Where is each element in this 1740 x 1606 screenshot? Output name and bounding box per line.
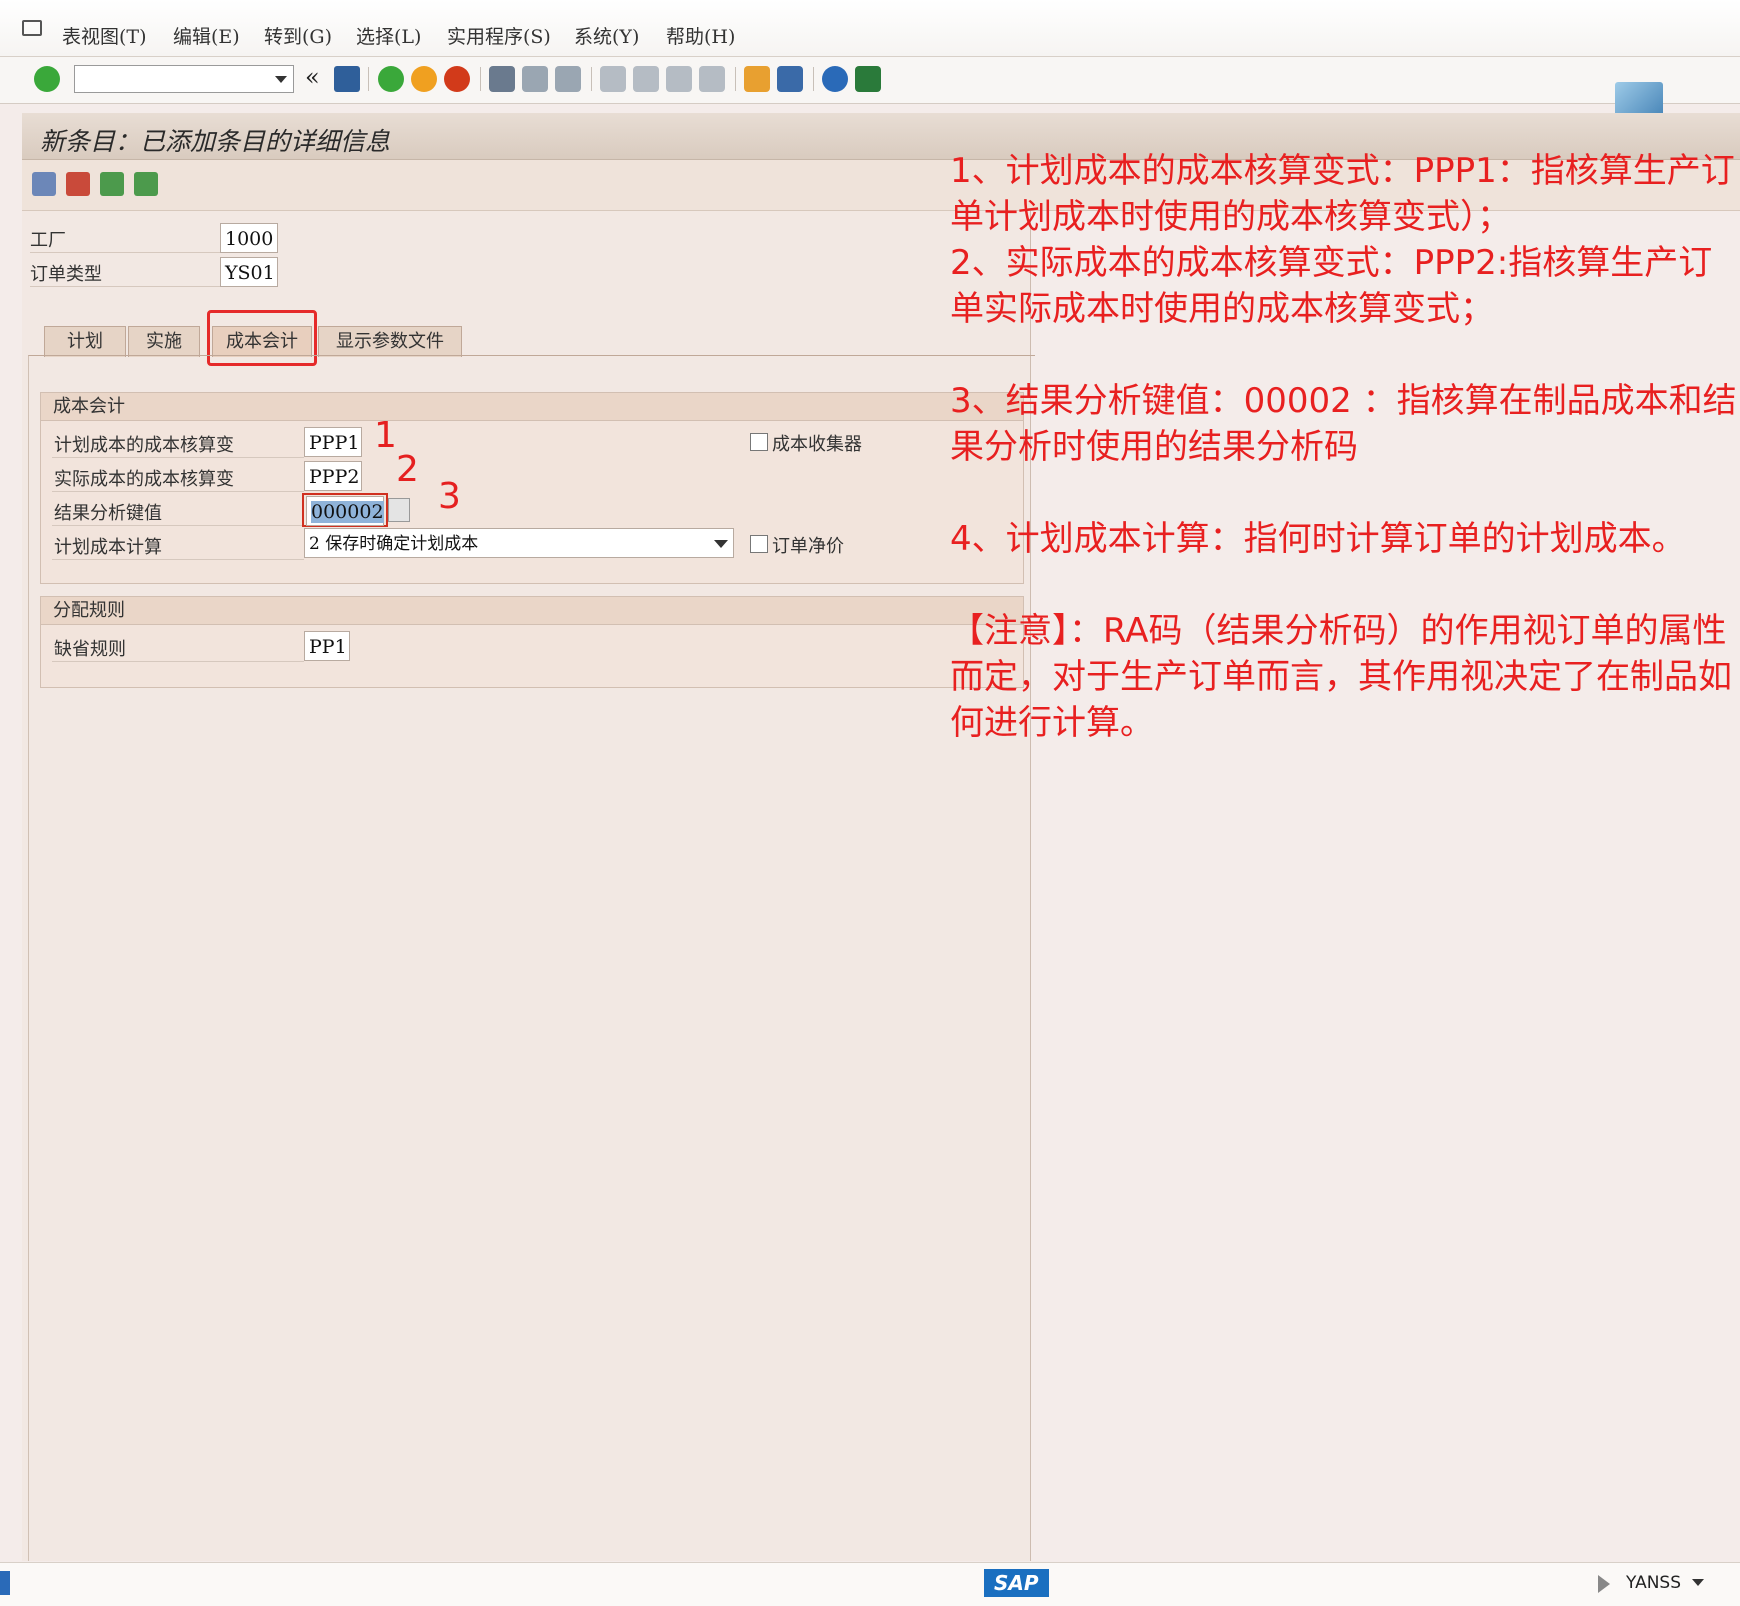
search-help-icon[interactable]: [388, 498, 410, 522]
group-title: 成本会计: [41, 393, 1023, 421]
page-title: 新条目：已添加条目的详细信息: [40, 127, 391, 156]
previous-entry-icon[interactable]: [100, 172, 124, 196]
ra-key-value: 000002: [311, 501, 384, 523]
cost-collector-checkbox[interactable]: [750, 433, 768, 451]
planned-costing-variant-label: 计划成本的成本核算变: [54, 435, 234, 456]
status-left-icon[interactable]: [0, 1571, 10, 1595]
annotation-4: 4、计划成本计算：指何时计算订单的计划成本。: [950, 519, 1686, 559]
shortcut-icon[interactable]: [777, 66, 803, 92]
annotation-1: 1、计划成本的成本核算变式：PPP1：指核算生产订单计划成本时使用的成本核算变式…: [950, 151, 1735, 237]
default-rule-field[interactable]: PP1: [304, 631, 350, 661]
command-field[interactable]: [74, 65, 294, 93]
toolbar-separator: [480, 67, 481, 91]
ra-key-label: 结果分析键值: [54, 503, 162, 524]
menu-item-help[interactable]: 帮助(H): [666, 22, 735, 49]
back-double-arrow-icon[interactable]: «: [305, 63, 320, 91]
cancel-icon[interactable]: [444, 66, 470, 92]
next-page-icon[interactable]: [666, 66, 692, 92]
system-toolbar: «: [0, 57, 1740, 104]
tab-display-profile[interactable]: 显示参数文件: [318, 326, 462, 357]
sap-logo: SAP: [984, 1569, 1049, 1597]
settlement-rule-group: 分配规则: [40, 596, 1024, 688]
last-page-icon[interactable]: [699, 66, 725, 92]
exit-icon[interactable]: [411, 66, 437, 92]
row-divider: [30, 286, 220, 287]
menu-bar: 表视图(T) 编辑(E) 转到(G) 选择(L) 实用程序(S) 系统(Y) 帮…: [0, 0, 1740, 57]
group-title: 分配规则: [41, 597, 1023, 625]
tab-plan[interactable]: 计划: [44, 326, 126, 357]
annotation-5: 【注意】：RA码（结果分析码）的作用视订单的属性而定，对于生产订单而言，其作用视…: [950, 611, 1732, 743]
first-page-icon[interactable]: [600, 66, 626, 92]
row-divider: [52, 559, 304, 560]
chevron-down-icon[interactable]: [275, 76, 287, 83]
print-icon[interactable]: [489, 66, 515, 92]
prev-page-icon[interactable]: [633, 66, 659, 92]
enter-check-icon[interactable]: [34, 66, 60, 92]
play-icon[interactable]: [1598, 1575, 1610, 1593]
annotation-text: 1、计划成本的成本核算变式：PPP1：指核算生产订单计划成本时使用的成本核算变式…: [950, 148, 1740, 746]
plant-field[interactable]: 1000: [220, 223, 278, 253]
toolbar-separator: [735, 67, 736, 91]
toolbar-separator: [813, 67, 814, 91]
planned-costing-variant-field[interactable]: PPP1: [304, 427, 362, 457]
find-next-icon[interactable]: [555, 66, 581, 92]
help-icon[interactable]: [822, 66, 848, 92]
menu-item-utilities[interactable]: 实用程序(S): [447, 22, 551, 49]
planned-cost-calc-select[interactable]: 2 保存时确定计划成本: [304, 528, 734, 558]
default-rule-label: 缺省规则: [54, 639, 126, 660]
menu-icon[interactable]: [22, 20, 42, 36]
toolbar-separator: [591, 67, 592, 91]
annotation-3: 3、结果分析键值：00002 ：指核算在制品成本和结果分析时使用的结果分析码: [950, 381, 1737, 467]
chevron-down-icon[interactable]: [714, 540, 728, 548]
back-icon[interactable]: [378, 66, 404, 92]
planned-cost-calc-label: 计划成本计算: [54, 537, 162, 558]
cost-collector-label: 成本收集器: [772, 434, 862, 455]
status-bar: SAP YANSS: [0, 1562, 1740, 1606]
ra-key-field[interactable]: 000002: [306, 496, 384, 526]
toolbar-separator: [368, 67, 369, 91]
row-divider: [52, 457, 304, 458]
annotation-2: 2、实际成本的成本核算变式：PPP2:指核算生产订单实际成本时使用的成本核算变式…: [950, 243, 1713, 329]
row-divider: [52, 661, 304, 662]
next-entry-icon[interactable]: [134, 172, 158, 196]
net-order-price-checkbox[interactable]: [750, 535, 768, 553]
menu-item-goto[interactable]: 转到(G): [264, 22, 332, 49]
row-divider: [52, 525, 304, 526]
menu-item-edit[interactable]: 编辑(E): [173, 22, 240, 49]
system-user[interactable]: YANSS: [1626, 1573, 1681, 1593]
marker-2: 2: [396, 449, 419, 490]
plant-label: 工厂: [30, 230, 66, 251]
menu-item-selection[interactable]: 选择(L): [356, 22, 421, 49]
change-display-icon[interactable]: [32, 172, 56, 196]
row-divider: [30, 252, 220, 253]
chevron-down-icon[interactable]: [1692, 1579, 1704, 1586]
tab-execution[interactable]: 实施: [128, 326, 200, 357]
marker-3: 3: [438, 476, 461, 517]
actual-costing-variant-label: 实际成本的成本核算变: [54, 469, 234, 490]
marker-1: 1: [374, 415, 397, 456]
new-session-icon[interactable]: [744, 66, 770, 92]
delete-entry-icon[interactable]: [66, 172, 90, 196]
row-divider: [52, 491, 304, 492]
order-type-field[interactable]: YS01: [220, 257, 278, 287]
menu-item-table-view[interactable]: 表视图(T): [62, 22, 147, 49]
net-order-price-label: 订单净价: [772, 536, 844, 557]
find-icon[interactable]: [522, 66, 548, 92]
save-icon[interactable]: [334, 66, 360, 92]
order-type-label: 订单类型: [30, 264, 102, 285]
menu-item-system[interactable]: 系统(Y): [574, 22, 639, 49]
customize-layout-icon[interactable]: [855, 66, 881, 92]
actual-costing-variant-field[interactable]: PPP2: [304, 461, 362, 491]
